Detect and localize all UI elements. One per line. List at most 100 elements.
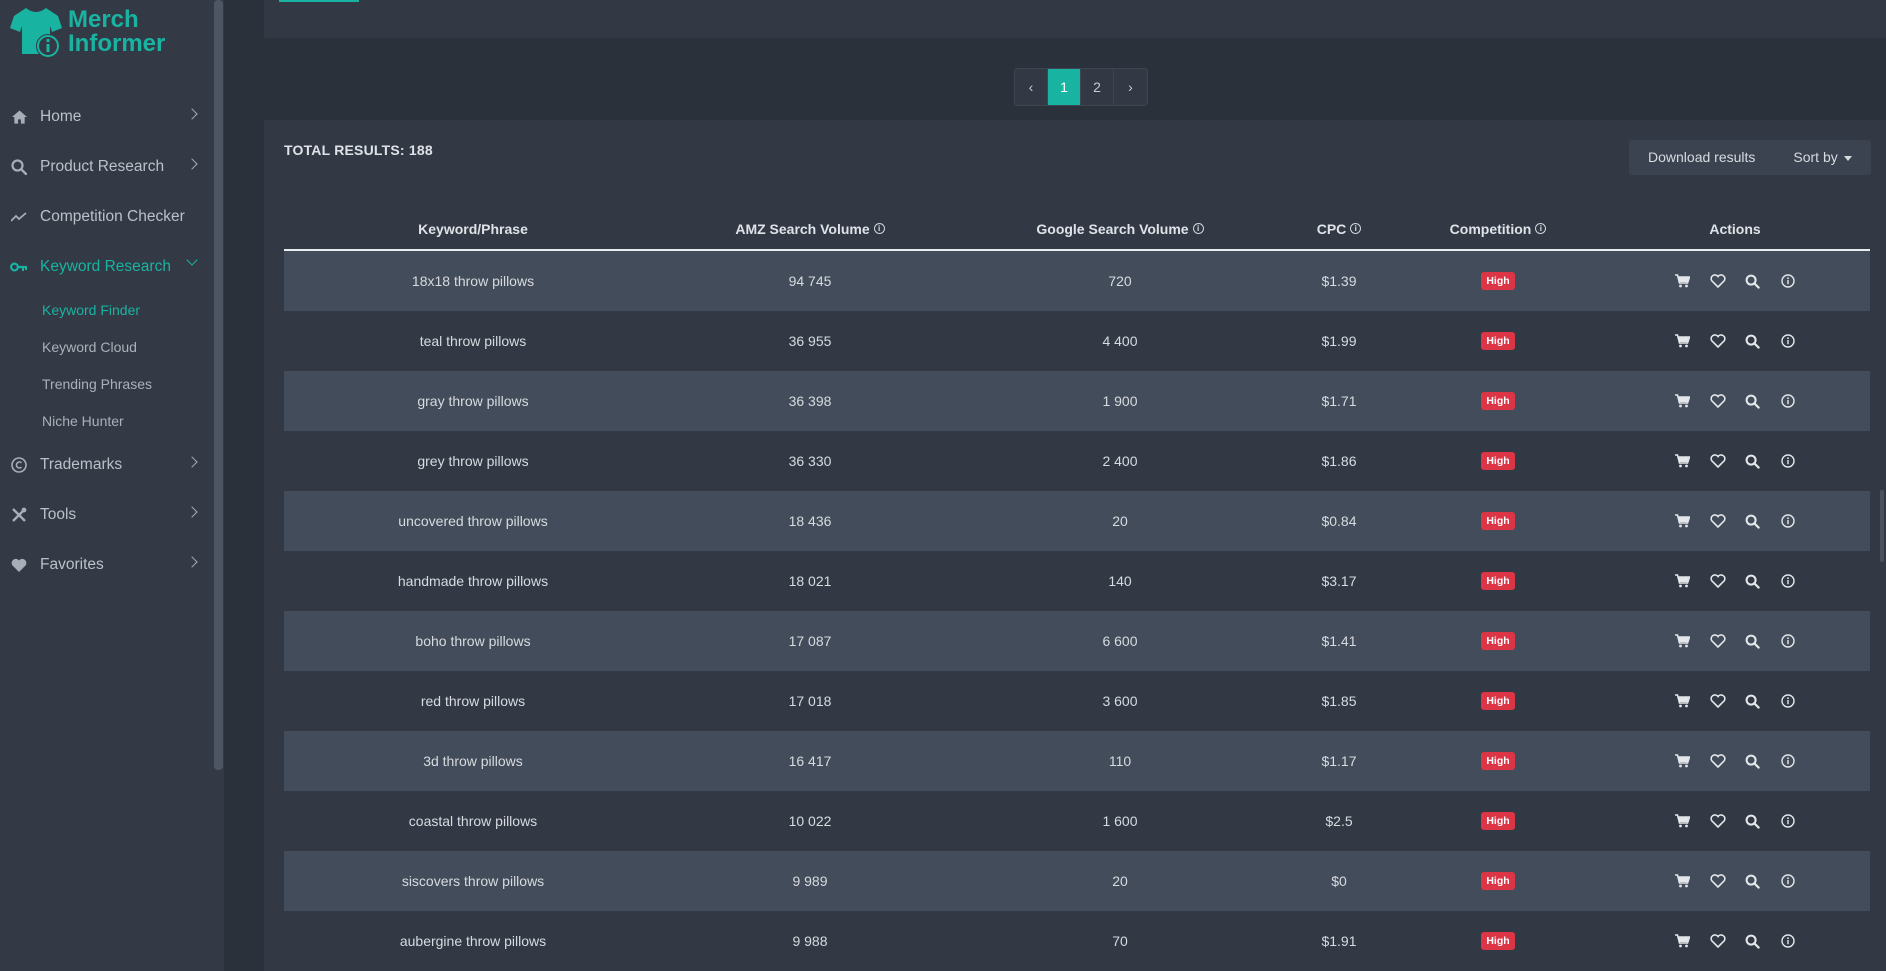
- keyword-cell[interactable]: gray throw pillows: [284, 371, 662, 431]
- info-circle-icon[interactable]: [1779, 692, 1797, 710]
- info-circle-icon[interactable]: [1779, 632, 1797, 650]
- sidebar-item-competition-checker[interactable]: Competition Checker: [0, 192, 210, 242]
- header-amz-volume[interactable]: AMZ Search Volume i: [662, 208, 958, 249]
- info-circle-icon[interactable]: [1779, 512, 1797, 530]
- cart-icon[interactable]: [1674, 332, 1692, 350]
- sidebar-item-trademarks[interactable]: Trademarks: [0, 440, 210, 490]
- heart-outline-icon[interactable]: [1709, 752, 1727, 770]
- actions-cell: [1600, 251, 1870, 311]
- sidebar-item-label: Trademarks: [40, 456, 123, 473]
- header-competition[interactable]: Competition i: [1396, 208, 1600, 249]
- brand-line2: Informer: [68, 30, 166, 57]
- info-circle-icon[interactable]: [1779, 452, 1797, 470]
- download-results-button[interactable]: Download results: [1629, 140, 1774, 175]
- search-icon[interactable]: [1744, 872, 1762, 890]
- keyword-cell[interactable]: uncovered throw pillows: [284, 491, 662, 551]
- header-label: CPC: [1316, 220, 1347, 237]
- sidebar-item-keyword-research[interactable]: Keyword Research: [0, 242, 210, 292]
- info-icon[interactable]: i: [1350, 223, 1362, 234]
- cart-icon[interactable]: [1674, 692, 1692, 710]
- info-circle-icon[interactable]: [1779, 332, 1797, 350]
- sidebar-subitem-trending-phrases[interactable]: Trending Phrases: [0, 366, 210, 403]
- search-icon[interactable]: [1744, 452, 1762, 470]
- search-icon[interactable]: [1744, 392, 1762, 410]
- keyword-cell[interactable]: aubergine throw pillows: [284, 911, 662, 971]
- cart-icon[interactable]: [1674, 452, 1692, 470]
- search-icon[interactable]: [1744, 512, 1762, 530]
- cart-icon[interactable]: [1674, 872, 1692, 890]
- cart-icon[interactable]: [1674, 392, 1692, 410]
- heart-outline-icon[interactable]: [1709, 452, 1727, 470]
- keyword-cell[interactable]: grey throw pillows: [284, 431, 662, 491]
- search-icon[interactable]: [1744, 752, 1762, 770]
- cart-icon[interactable]: [1674, 752, 1692, 770]
- cart-icon[interactable]: [1674, 932, 1692, 950]
- heart-outline-icon[interactable]: [1709, 692, 1727, 710]
- heart-outline-icon[interactable]: [1709, 872, 1727, 890]
- info-icon[interactable]: i: [1535, 223, 1547, 234]
- info-circle-icon[interactable]: [1779, 752, 1797, 770]
- table-row: teal throw pillows 36 955 4 400 $1.99 Hi…: [284, 311, 1870, 371]
- pagination-next[interactable]: ›: [1114, 69, 1147, 105]
- cart-icon[interactable]: [1674, 272, 1692, 290]
- keyword-cell[interactable]: 18x18 throw pillows: [284, 251, 662, 311]
- cart-icon[interactable]: [1674, 572, 1692, 590]
- info-circle-icon[interactable]: [1779, 572, 1797, 590]
- info-icon[interactable]: i: [1192, 223, 1204, 234]
- heart-outline-icon[interactable]: [1709, 332, 1727, 350]
- table-row: boho throw pillows 17 087 6 600 $1.41 Hi…: [284, 611, 1870, 671]
- competition-badge: High: [1481, 932, 1515, 950]
- info-icon[interactable]: i: [873, 223, 885, 234]
- amz-volume-cell: 18 436: [788, 513, 832, 529]
- keyword-cell[interactable]: teal throw pillows: [284, 311, 662, 371]
- cpc-cell: $1.39: [1321, 273, 1357, 289]
- heart-outline-icon[interactable]: [1709, 572, 1727, 590]
- filter-card: [264, 0, 1886, 38]
- search-icon[interactable]: [1744, 932, 1762, 950]
- keyword-cell[interactable]: coastal throw pillows: [284, 791, 662, 851]
- search-icon[interactable]: [1744, 812, 1762, 830]
- amz-volume-cell: 16 417: [788, 753, 832, 769]
- keyword-cell[interactable]: 3d throw pillows: [284, 731, 662, 791]
- keyword-cell[interactable]: siscovers throw pillows: [284, 851, 662, 911]
- sidebar-subitem-keyword-cloud[interactable]: Keyword Cloud: [0, 329, 210, 366]
- search-icon[interactable]: [1744, 332, 1762, 350]
- search-icon[interactable]: [1744, 272, 1762, 290]
- search-icon[interactable]: [1744, 572, 1762, 590]
- sidebar-item-product-research[interactable]: Product Research: [0, 142, 210, 192]
- info-circle-icon[interactable]: [1779, 392, 1797, 410]
- heart-outline-icon[interactable]: [1709, 812, 1727, 830]
- heart-outline-icon[interactable]: [1709, 512, 1727, 530]
- sort-by-dropdown[interactable]: Sort by: [1774, 140, 1870, 175]
- info-circle-icon[interactable]: [1779, 872, 1797, 890]
- sidebar-subitem-keyword-finder[interactable]: Keyword Finder: [0, 292, 210, 329]
- keyword-cell[interactable]: boho throw pillows: [284, 611, 662, 671]
- sidebar-item-home[interactable]: Home: [0, 92, 210, 142]
- info-circle-icon[interactable]: [1779, 932, 1797, 950]
- page-scrollbar[interactable]: [1880, 490, 1884, 562]
- keyword-cell[interactable]: handmade throw pillows: [284, 551, 662, 611]
- keyword-cell[interactable]: red throw pillows: [284, 671, 662, 731]
- sidebar-item-tools[interactable]: Tools: [0, 490, 210, 540]
- brand-logo[interactable]: Merch Informer: [10, 4, 165, 60]
- sidebar-item-favorites[interactable]: Favorites: [0, 540, 210, 590]
- pagination-prev[interactable]: ‹: [1015, 69, 1048, 105]
- sidebar-subitem-niche-hunter[interactable]: Niche Hunter: [0, 403, 210, 440]
- header-keyword[interactable]: Keyword/Phrase: [284, 208, 662, 249]
- cart-icon[interactable]: [1674, 632, 1692, 650]
- search-icon[interactable]: [1744, 632, 1762, 650]
- heart-outline-icon[interactable]: [1709, 932, 1727, 950]
- header-google-volume[interactable]: Google Search Volume i: [958, 208, 1282, 249]
- pagination-page-1[interactable]: 1: [1048, 69, 1081, 105]
- cart-icon[interactable]: [1674, 812, 1692, 830]
- cart-icon[interactable]: [1674, 512, 1692, 530]
- info-circle-icon[interactable]: [1779, 812, 1797, 830]
- heart-outline-icon[interactable]: [1709, 272, 1727, 290]
- search-icon[interactable]: [1744, 692, 1762, 710]
- sidebar-scrollbar[interactable]: [214, 0, 223, 770]
- heart-outline-icon[interactable]: [1709, 632, 1727, 650]
- header-cpc[interactable]: CPC i: [1282, 208, 1396, 249]
- heart-outline-icon[interactable]: [1709, 392, 1727, 410]
- pagination-page-2[interactable]: 2: [1081, 69, 1114, 105]
- info-circle-icon[interactable]: [1779, 272, 1797, 290]
